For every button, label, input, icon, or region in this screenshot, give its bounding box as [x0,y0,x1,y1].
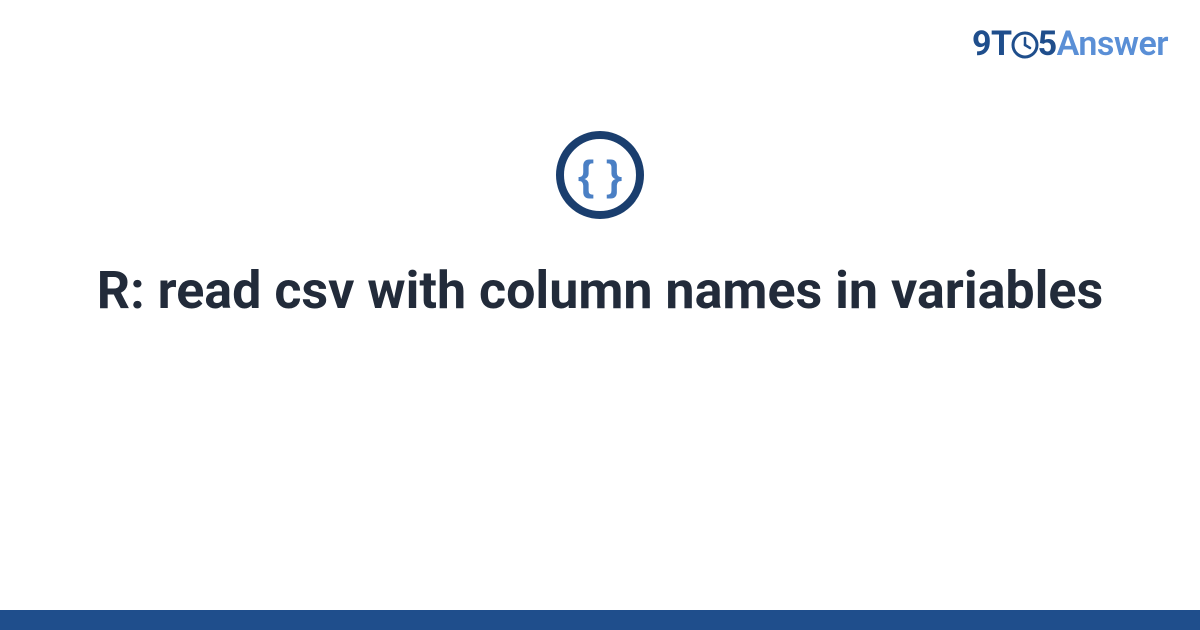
page-title: R: read csv with column names in variabl… [0,260,1200,322]
code-braces-icon: { } [555,130,645,220]
footer-bar [0,610,1200,630]
brand-text-part3: Answer [1057,24,1168,64]
brand-logo: 9T 5Answer [972,24,1168,64]
clock-icon [1011,28,1039,56]
brand-text-part2: 5 [1038,24,1057,64]
svg-text:{ }: { } [578,152,622,199]
brand-text-part1: 9T [972,24,1012,64]
